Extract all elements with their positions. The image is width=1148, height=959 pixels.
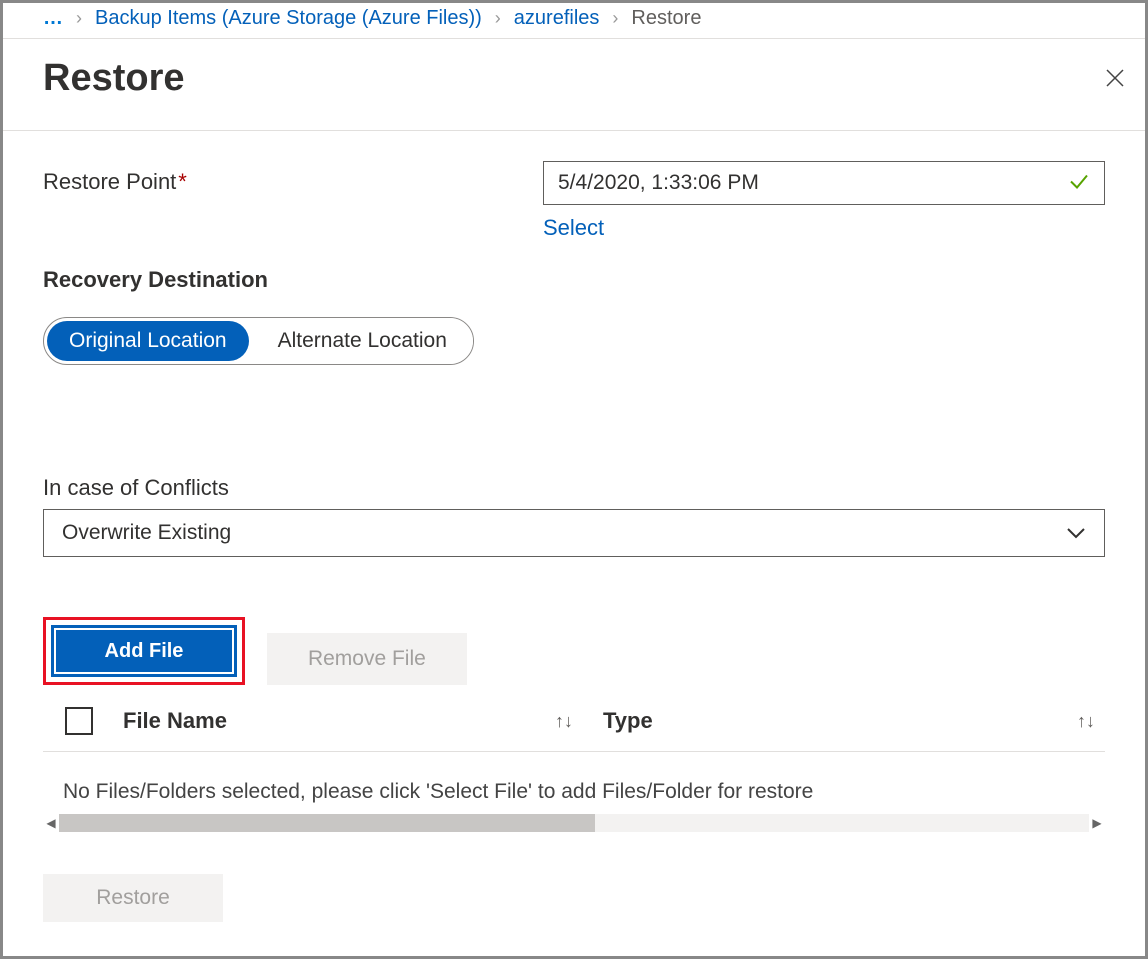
sort-icon: ↑↓ xyxy=(1077,711,1095,732)
chevron-right-icon: › xyxy=(495,8,501,29)
add-file-button[interactable]: Add File xyxy=(54,628,234,674)
remove-file-button[interactable]: Remove File xyxy=(267,633,467,685)
required-indicator: * xyxy=(178,169,187,194)
restore-button[interactable]: Restore xyxy=(43,874,223,922)
restore-point-input[interactable] xyxy=(543,161,1105,205)
chevron-down-icon xyxy=(1066,521,1086,545)
restore-point-label: Restore Point* xyxy=(43,161,543,241)
breadcrumb: … › Backup Items (Azure Storage (Azure F… xyxy=(3,3,1145,39)
blade-header: Restore xyxy=(3,39,1145,131)
chevron-right-icon: › xyxy=(76,8,82,29)
alternate-location-option[interactable]: Alternate Location xyxy=(252,318,473,364)
column-header-type[interactable]: Type ↑↓ xyxy=(603,708,1095,734)
breadcrumb-ellipsis[interactable]: … xyxy=(43,7,63,30)
select-all-checkbox[interactable] xyxy=(65,707,93,735)
scrollbar-thumb[interactable] xyxy=(59,814,595,832)
conflicts-value: Overwrite Existing xyxy=(62,521,231,545)
breadcrumb-item-backup-items[interactable]: Backup Items (Azure Storage (Azure Files… xyxy=(95,7,482,30)
checkmark-icon xyxy=(1067,170,1091,197)
column-header-filename[interactable]: File Name ↑↓ xyxy=(123,708,603,734)
breadcrumb-item-azurefiles[interactable]: azurefiles xyxy=(514,7,600,30)
close-icon[interactable] xyxy=(1105,63,1125,95)
scroll-left-icon[interactable]: ◀ xyxy=(43,816,59,830)
recovery-destination-toggle: Original Location Alternate Location xyxy=(43,317,474,365)
empty-table-message: No Files/Folders selected, please click … xyxy=(43,752,1105,810)
add-file-highlight: Add File xyxy=(43,617,245,685)
recovery-destination-title: Recovery Destination xyxy=(43,267,1105,293)
scrollbar-track[interactable] xyxy=(59,814,1089,832)
breadcrumb-item-restore: Restore xyxy=(631,7,701,30)
select-restore-point-link[interactable]: Select xyxy=(543,215,604,241)
chevron-right-icon: › xyxy=(612,8,618,29)
original-location-option[interactable]: Original Location xyxy=(47,321,249,361)
sort-icon: ↑↓ xyxy=(555,711,573,732)
page-title: Restore xyxy=(43,57,185,100)
conflicts-label: In case of Conflicts xyxy=(43,475,1105,501)
horizontal-scrollbar[interactable]: ◀ ▶ xyxy=(43,812,1105,834)
file-table-header: File Name ↑↓ Type ↑↓ xyxy=(43,685,1105,752)
conflicts-dropdown[interactable]: Overwrite Existing xyxy=(43,509,1105,557)
scroll-right-icon[interactable]: ▶ xyxy=(1089,816,1105,830)
